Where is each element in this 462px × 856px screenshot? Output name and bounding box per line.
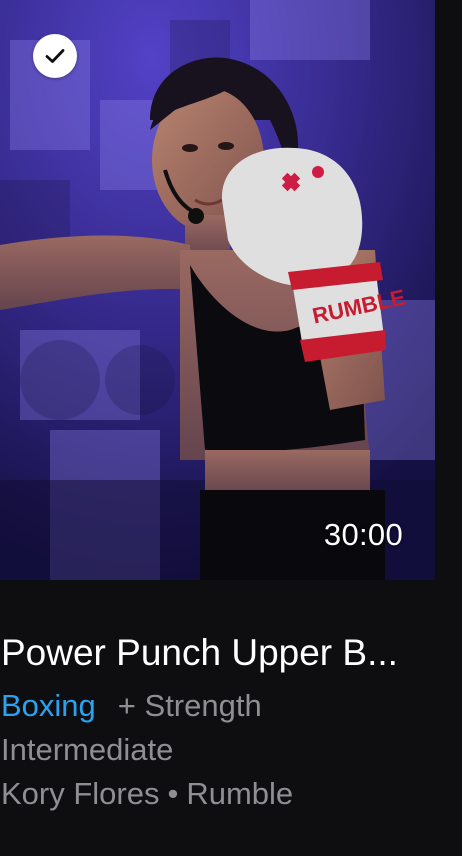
instructor-row: Kory Flores • Rumble <box>1 774 293 814</box>
workout-card[interactable]: RUMBLE 30:00 Power Punch Upper B... Boxi… <box>0 0 462 856</box>
instructor-photo: RUMBLE <box>0 0 435 580</box>
studio-name[interactable]: Rumble <box>186 776 293 811</box>
checkmark-icon <box>45 49 65 63</box>
duration-label: 30:00 <box>323 517 403 552</box>
separator-dot: • <box>167 776 179 811</box>
instructor-name[interactable]: Kory Flores <box>1 776 159 811</box>
category-row: Boxing + Strength <box>1 686 262 726</box>
workout-title[interactable]: Power Punch Upper B... <box>1 630 456 676</box>
workout-thumbnail[interactable]: RUMBLE 30:00 <box>0 0 435 580</box>
secondary-category-tag: + Strength <box>117 688 262 723</box>
category-tag[interactable]: Boxing <box>1 688 96 723</box>
completed-badge <box>33 34 77 78</box>
level-label: Intermediate <box>1 732 174 767</box>
